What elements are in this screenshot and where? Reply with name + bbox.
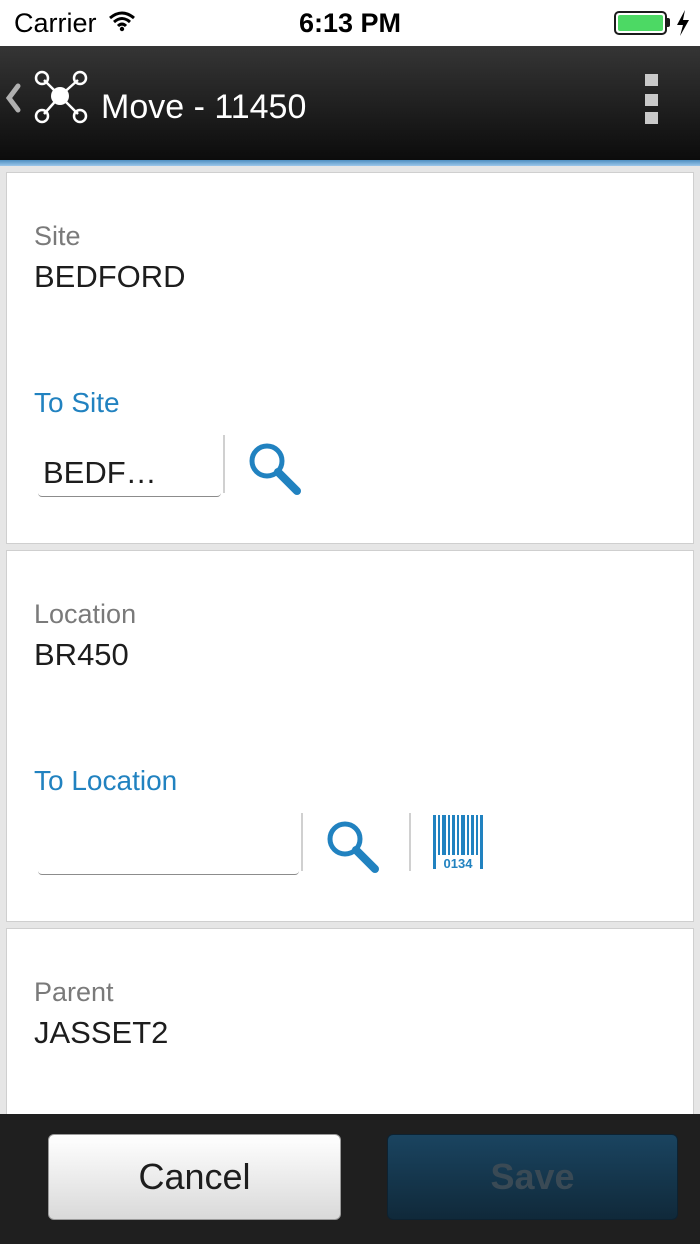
location-card: Location BR450 To Location 0134 <box>6 550 694 922</box>
parent-label: Parent <box>34 977 114 1007</box>
overflow-menu-button[interactable] <box>640 70 664 126</box>
network-nodes-icon <box>34 70 88 124</box>
battery-icon <box>614 11 667 35</box>
site-card: Site BEDFORD To Site <box>6 172 694 544</box>
cancel-button[interactable]: Cancel <box>48 1134 341 1220</box>
save-button[interactable]: Save <box>387 1134 678 1220</box>
to-site-input[interactable] <box>38 449 221 497</box>
page-title: Move - 11450 <box>101 88 307 126</box>
clock: 6:13 PM <box>298 8 402 38</box>
barcode-scan-icon[interactable]: 0134 <box>432 815 484 869</box>
charging-bolt-icon <box>677 10 689 36</box>
search-icon[interactable] <box>323 817 381 873</box>
icon-divider <box>409 813 411 871</box>
chevron-left-icon[interactable] <box>2 78 24 118</box>
input-divider <box>301 813 303 871</box>
barcode-digits: 0134 <box>444 856 474 869</box>
parent-value: JASSET2 <box>34 1015 169 1050</box>
to-location-input[interactable] <box>38 827 299 875</box>
parent-card: Parent JASSET2 <box>6 928 694 1114</box>
to-site-label: To Site <box>34 387 120 418</box>
search-icon[interactable] <box>245 439 303 495</box>
site-label: Site <box>34 221 81 251</box>
location-label: Location <box>34 599 137 629</box>
to-location-label: To Location <box>34 765 178 796</box>
footer-bar: Cancel Save <box>0 1114 700 1244</box>
status-bar: Carrier 6:13 PM <box>0 0 700 46</box>
site-value: BEDFORD <box>34 259 186 294</box>
form-content[interactable]: Site BEDFORD To Site Location BR450 To L… <box>0 166 700 1114</box>
battery-cap <box>667 18 670 27</box>
input-divider <box>223 435 225 493</box>
location-value: BR450 <box>34 637 129 672</box>
